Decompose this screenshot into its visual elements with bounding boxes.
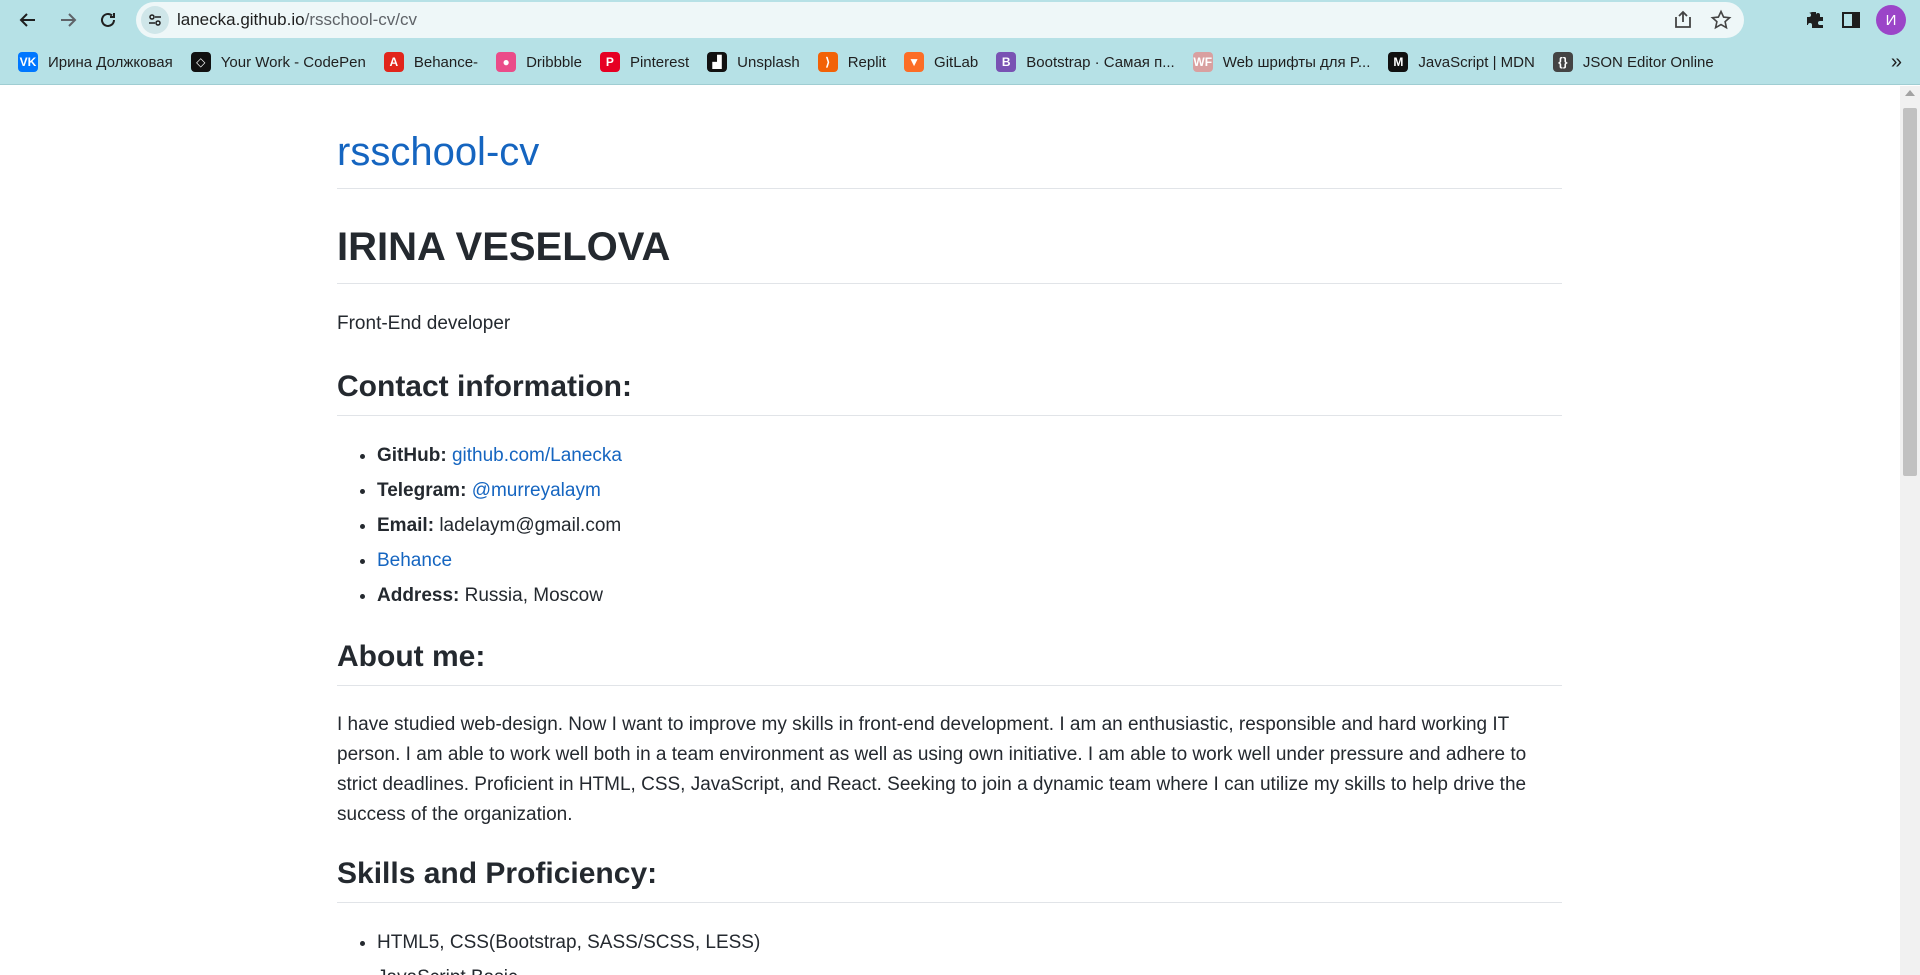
bookmark-replit[interactable]: ⟩ Replit	[816, 46, 896, 78]
bookmark-adobe[interactable]: A Behance-	[382, 46, 488, 78]
share-icon[interactable]	[1672, 9, 1694, 31]
bookmark-unsplash[interactable]: ▟ Unsplash	[705, 46, 810, 78]
bookmark-mdn[interactable]: M JavaScript | MDN	[1386, 46, 1544, 78]
bookmark-webfonts[interactable]: WF Web шрифты для P...	[1191, 46, 1381, 78]
bootstrap-icon: B	[996, 52, 1017, 72]
webfonts-icon: WF	[1192, 52, 1213, 72]
bookmark-label: Your Work - CodePen	[220, 53, 366, 71]
page-content: rsschool-cv IRINA VESELOVA Front-End dev…	[337, 86, 1562, 975]
bookmark-bootstrap[interactable]: B Bootstrap · Самая п...	[994, 46, 1184, 78]
arrow-left-icon	[19, 13, 35, 27]
contact-label: Email:	[377, 514, 435, 536]
contact-item: Email: ladelaym@gmail.com	[377, 508, 1562, 543]
contact-item: Telegram: @murreyalaym	[377, 473, 1562, 508]
bookmarks-overflow-chevron-icon[interactable]: »	[1891, 40, 1902, 85]
replit-icon: ⟩	[817, 52, 838, 72]
contact-link[interactable]: @murreyalaym	[472, 480, 601, 501]
contact-label: Address:	[377, 584, 460, 606]
bookmark-gitlab[interactable]: ▼ GitLab	[902, 46, 988, 78]
bookmark-vk[interactable]: VK Ирина Должковая	[16, 46, 183, 78]
bookmark-label: Ирина Должковая	[48, 53, 173, 71]
contact-value: ladelaym@gmail.com	[439, 514, 622, 536]
reload-button[interactable]	[88, 0, 128, 40]
gitlab-icon: ▼	[904, 52, 925, 72]
bookmarks-bar: VK Ирина Должковая ◇ Your Work - CodePen A Be…	[0, 40, 1920, 85]
page-viewport: rsschool-cv IRINA VESELOVA Front-End dev…	[0, 86, 1900, 975]
bookmark-dribbble[interactable]: ● Dribbble	[494, 46, 592, 78]
codepen-icon: ◇	[190, 52, 211, 72]
browser-toolbar: lanecka.github.io/rsschool-cv/cv И	[0, 0, 1920, 40]
bookmark-label: Pinterest	[629, 53, 690, 71]
bookmark-codepen[interactable]: ◇ Your Work - CodePen	[189, 46, 376, 78]
bookmark-label: Dribbble	[526, 53, 582, 71]
contact-link[interactable]: github.com/Lanecka	[452, 445, 622, 466]
arrow-right-icon	[61, 13, 77, 27]
extensions-icon[interactable]	[1804, 9, 1826, 31]
scroll-up-arrow-icon[interactable]	[1905, 90, 1915, 96]
bookmark-label: Unsplash	[737, 53, 800, 71]
contact-heading: Contact information:	[337, 369, 1562, 416]
contact-label: Telegram:	[377, 479, 467, 501]
skills-heading: Skills and Proficiency:	[337, 856, 1562, 903]
contact-item: Address: Russia, Moscow	[377, 578, 1562, 613]
bookmark-label: Bootstrap · Самая п...	[1026, 53, 1175, 71]
page-scrollbar[interactable]	[1900, 86, 1920, 975]
json-editor-icon: {}	[1552, 52, 1573, 72]
bookmark-json-editor[interactable]: {} JSON Editor Online	[1551, 46, 1724, 78]
about-text: I have studied web-design. Now I want to…	[337, 713, 1527, 825]
back-button[interactable]	[8, 0, 48, 40]
reload-icon	[101, 12, 115, 27]
dribbble-icon: ●	[496, 52, 517, 72]
bookmark-label: Web шрифты для P...	[1222, 53, 1371, 71]
unsplash-icon: ▟	[707, 52, 728, 72]
contact-item: Behance	[377, 543, 1562, 578]
skill-item: JavaScript Basic	[377, 960, 1562, 975]
pinterest-icon: P	[599, 52, 620, 72]
forward-button[interactable]	[48, 0, 88, 40]
contact-item: GitHub: github.com/Lanecka	[377, 438, 1562, 473]
contact-value: Russia, Moscow	[464, 584, 603, 606]
skill-item: HTML5, CSS(Bootstrap, SASS/SCSS, LESS)	[377, 925, 1562, 960]
vk-icon: VK	[18, 52, 38, 72]
side-panel-icon[interactable]	[1840, 9, 1862, 31]
bookmark-label: Behance-	[413, 53, 479, 71]
skills-list: HTML5, CSS(Bootstrap, SASS/SCSS, LESS)Ja…	[337, 925, 1562, 975]
address-bar[interactable]: lanecka.github.io/rsschool-cv/cv	[136, 2, 1744, 38]
scrollbar-thumb[interactable]	[1903, 108, 1917, 476]
profile-avatar[interactable]: И	[1876, 5, 1906, 35]
bookmark-label: JavaScript | MDN	[1418, 53, 1535, 71]
contact-link[interactable]: Behance	[377, 550, 452, 571]
contact-label: GitHub:	[377, 444, 447, 466]
site-title-link[interactable]: rsschool-cv	[337, 130, 1562, 189]
bookmark-pinterest[interactable]: P Pinterest	[598, 46, 699, 78]
adobe-icon: A	[383, 52, 404, 72]
bookmark-label: Replit	[847, 53, 887, 71]
url-host: lanecka.github.io	[177, 10, 305, 29]
site-info-icon[interactable]	[141, 6, 169, 34]
mdn-icon: M	[1388, 52, 1409, 72]
url-text[interactable]: lanecka.github.io/rsschool-cv/cv	[177, 10, 417, 30]
about-heading: About me:	[337, 639, 1562, 686]
star-bookmark-icon[interactable]	[1710, 9, 1732, 31]
job-role: Front-End developer	[337, 313, 511, 334]
cv-name-heading: IRINA VESELOVA	[337, 225, 1562, 284]
contact-list: GitHub: github.com/LaneckaTelegram: @mur…	[337, 438, 1562, 613]
bookmark-label: JSON Editor Online	[1582, 53, 1714, 71]
url-path: /rsschool-cv/cv	[304, 10, 418, 29]
bookmark-label: GitLab	[934, 53, 979, 71]
